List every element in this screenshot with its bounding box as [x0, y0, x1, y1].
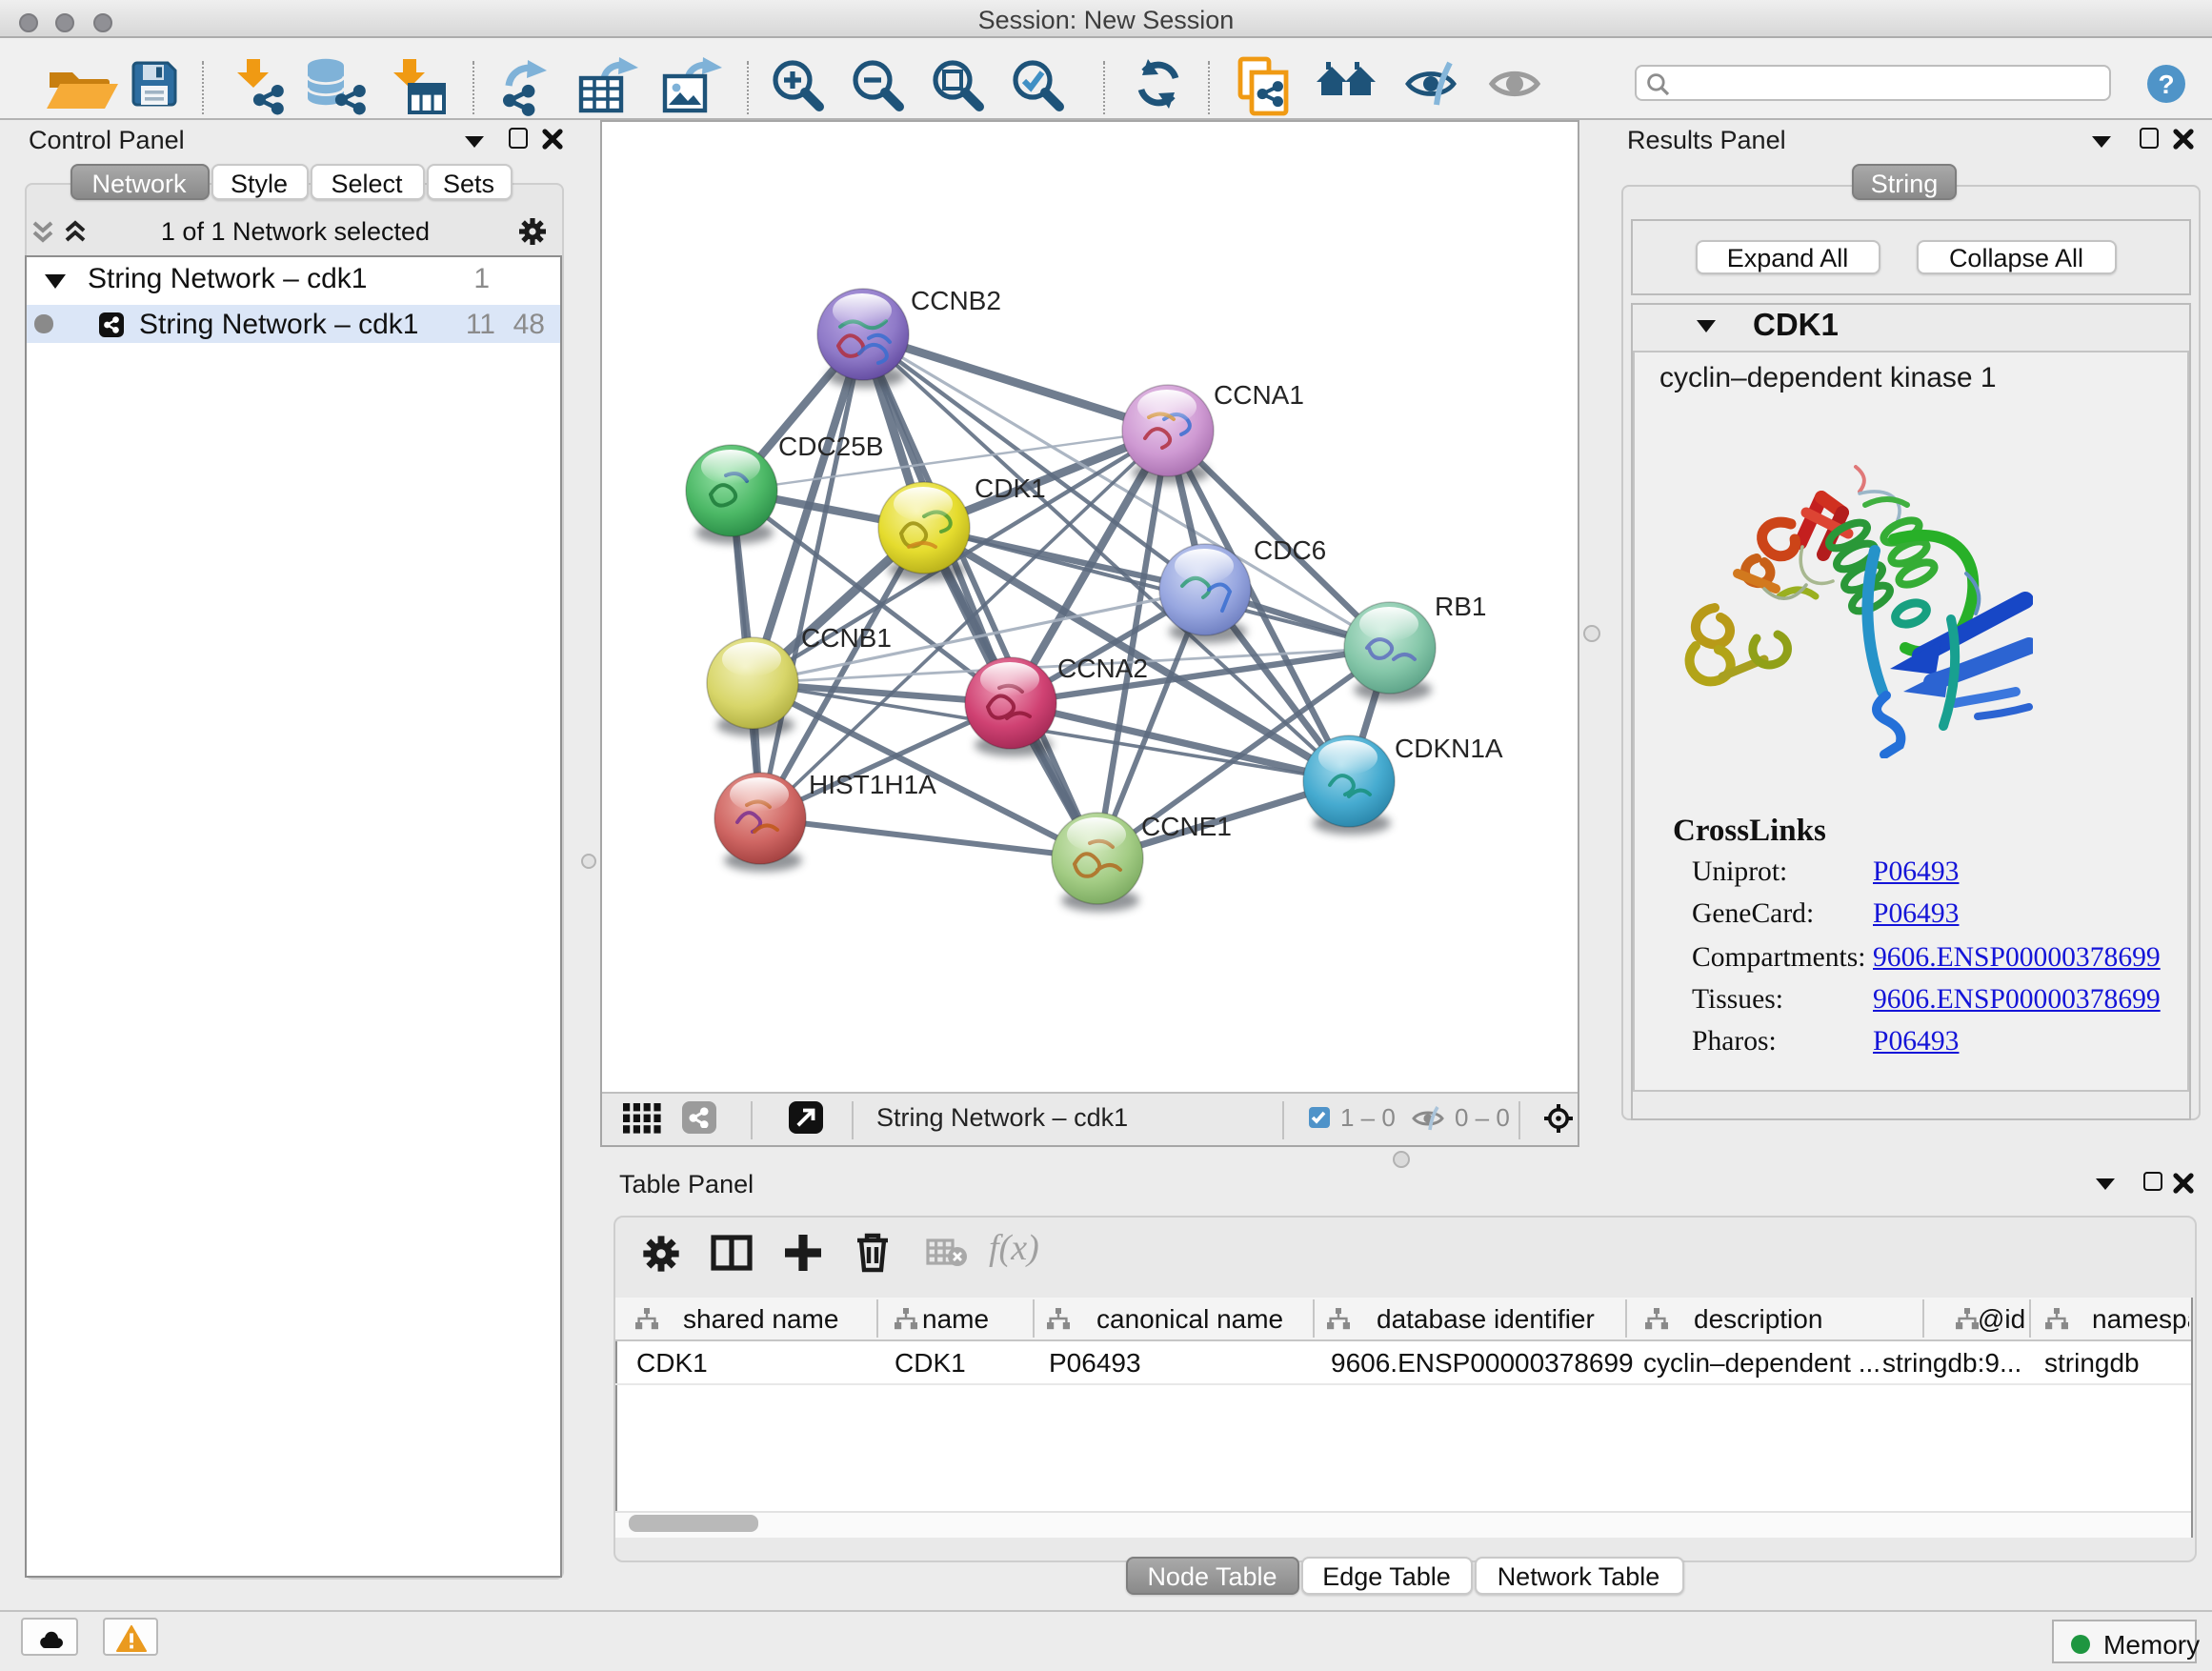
- svg-text:CCNA2: CCNA2: [1056, 654, 1147, 683]
- svg-text:RB1: RB1: [1434, 592, 1485, 621]
- svg-text:CCNE1: CCNE1: [1140, 812, 1231, 841]
- svg-text:CCNB1: CCNB1: [800, 623, 891, 653]
- svg-text:CDK1: CDK1: [974, 473, 1045, 503]
- svg-text:CDC25B: CDC25B: [777, 432, 882, 461]
- svg-text:CDC6: CDC6: [1253, 535, 1325, 565]
- svg-text:HIST1H1A: HIST1H1A: [808, 770, 935, 799]
- svg-text:CCNB2: CCNB2: [910, 286, 1000, 315]
- svg-text:CDKN1A: CDKN1A: [1394, 734, 1502, 763]
- svg-text:CCNA1: CCNA1: [1213, 380, 1303, 410]
